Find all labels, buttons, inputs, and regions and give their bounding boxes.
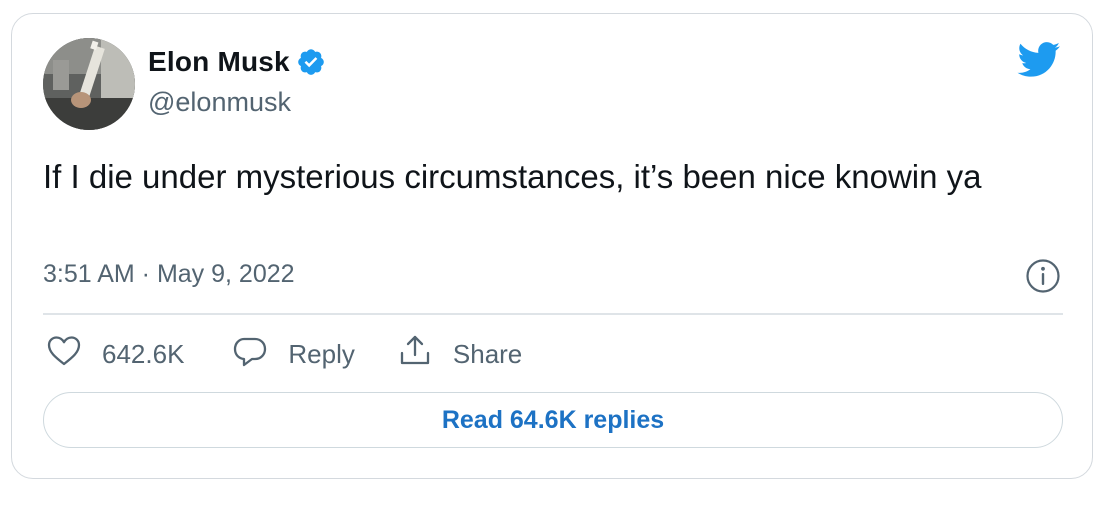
speech-bubble-icon bbox=[232, 333, 268, 376]
reply-label: Reply bbox=[288, 338, 355, 369]
like-count: 642.6K bbox=[102, 338, 185, 369]
share-button[interactable]: Share bbox=[397, 333, 522, 376]
display-name[interactable]: Elon Musk bbox=[148, 46, 290, 78]
heart-icon bbox=[46, 333, 82, 376]
action-bar: 642.6K Reply Share bbox=[46, 332, 522, 376]
verified-badge-icon bbox=[296, 47, 326, 77]
read-replies-button[interactable]: Read 64.6K replies bbox=[43, 392, 1063, 448]
share-label: Share bbox=[452, 338, 523, 369]
tweet-card: Elon Musk @elonmusk If I die under myste… bbox=[11, 13, 1093, 479]
like-button[interactable]: 642.6K bbox=[46, 333, 184, 376]
info-icon[interactable] bbox=[1025, 258, 1061, 294]
avatar-image bbox=[43, 38, 135, 130]
tweet-text: If I die under mysterious circumstances,… bbox=[43, 158, 982, 195]
author-handle[interactable]: @elonmusk bbox=[148, 87, 291, 118]
twitter-bird-icon[interactable] bbox=[1017, 42, 1061, 78]
author-name-row: Elon Musk bbox=[148, 44, 326, 80]
reply-button[interactable]: Reply bbox=[232, 333, 355, 376]
tweet-timestamp[interactable]: 3:51 AM · May 9, 2022 bbox=[43, 260, 295, 289]
divider bbox=[43, 313, 1063, 315]
share-upload-icon bbox=[397, 333, 433, 376]
avatar[interactable] bbox=[43, 38, 135, 130]
